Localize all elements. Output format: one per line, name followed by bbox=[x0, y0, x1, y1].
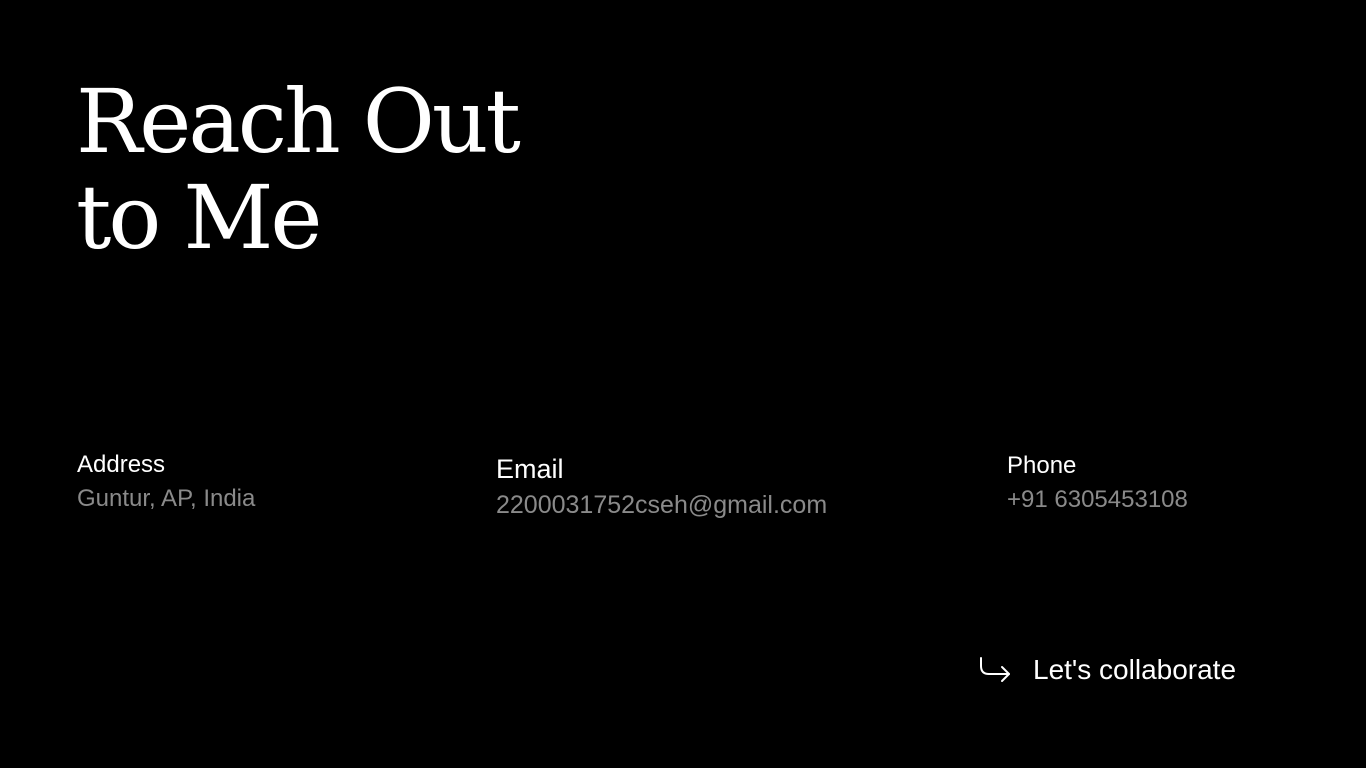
email-label: Email bbox=[496, 454, 564, 484]
address-label: Address bbox=[77, 451, 166, 478]
arrow-turn-down-right-icon bbox=[977, 652, 1013, 688]
email-block: Email 2200031752cseh@gmail.com bbox=[496, 453, 846, 522]
email-value[interactable]: 2200031752cseh@gmail.com bbox=[496, 488, 846, 522]
page-title-line-1: Reach Out bbox=[76, 70, 521, 173]
contact-section: Reach Out to Me Address Guntur, AP, Indi… bbox=[0, 0, 1366, 768]
collaborate-label: Let's collaborate bbox=[1033, 654, 1237, 685]
page-title: Reach Out to Me bbox=[76, 70, 521, 269]
address-block: Address Guntur, AP, India bbox=[77, 450, 377, 516]
address-value: Guntur, AP, India bbox=[77, 485, 256, 512]
page-title-line-2: to Me bbox=[76, 166, 322, 269]
collaborate-link[interactable]: Let's collaborate bbox=[977, 652, 1236, 688]
phone-value[interactable]: +91 6305453108 bbox=[1007, 483, 1307, 517]
phone-label: Phone bbox=[1007, 452, 1077, 479]
phone-block: Phone +91 6305453108 bbox=[1007, 451, 1307, 517]
